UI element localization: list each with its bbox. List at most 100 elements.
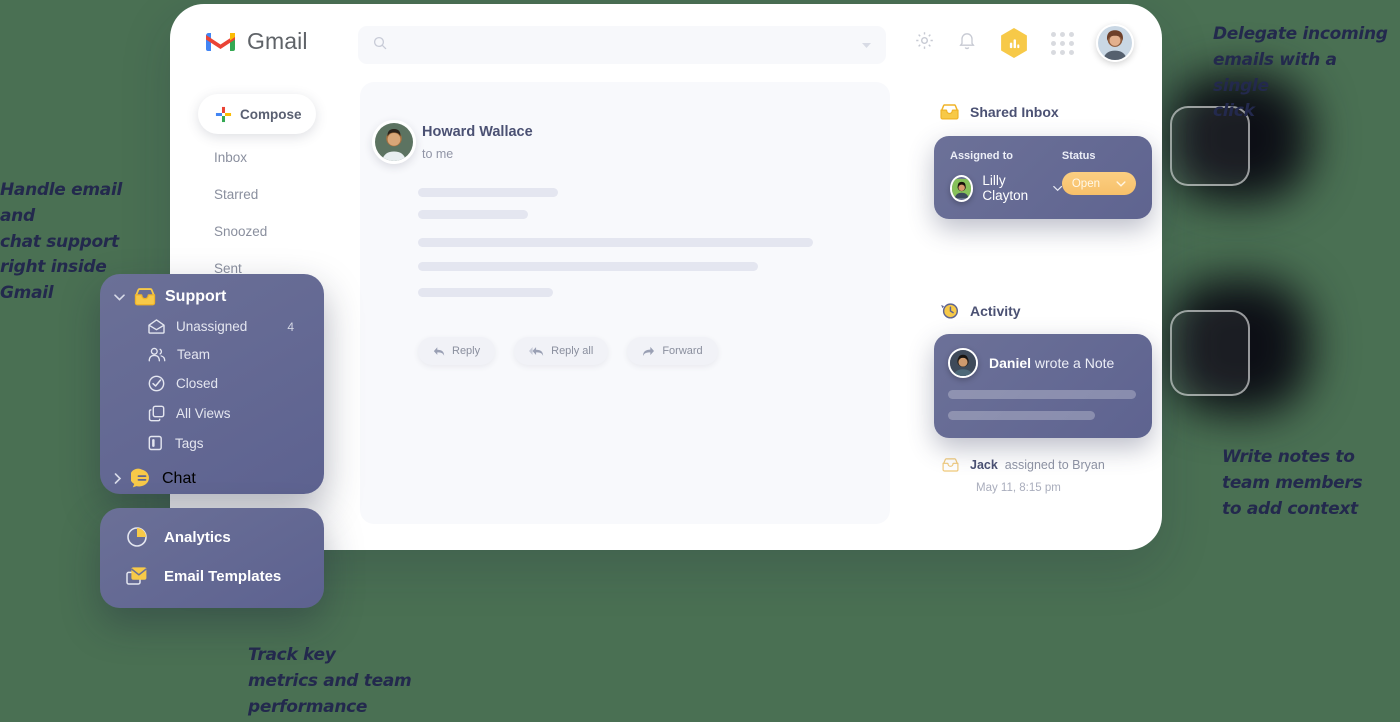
- gmail-logo[interactable]: Gmail: [206, 28, 308, 55]
- assignee-selector[interactable]: Lilly Clayton: [950, 173, 1062, 203]
- envelope-icon: [126, 567, 147, 585]
- assignee-avatar: [950, 174, 974, 202]
- shared-inbox-title: Shared Inbox: [970, 104, 1059, 120]
- note-text: Daniel wrote a Note: [989, 355, 1114, 371]
- activity-actor: Jack: [970, 458, 998, 472]
- chevron-right-icon[interactable]: [114, 473, 122, 484]
- assignment-row: Assigned to Lilly Clayton Status Open: [950, 150, 1136, 203]
- page-root: Gmail Compose Inbox Starred Snoozed Sent…: [0, 0, 1400, 722]
- support-item-tags[interactable]: Tags: [100, 422, 324, 451]
- reply-button[interactable]: Reply: [418, 337, 496, 365]
- nav-item-snoozed[interactable]: Snoozed: [214, 224, 267, 239]
- body-skeleton-line: [418, 288, 553, 297]
- check-circle-icon: [148, 375, 165, 392]
- activity-clock-icon: [941, 303, 959, 319]
- support-item-label: Closed: [176, 376, 219, 391]
- activity-date: May 11, 8:15 pm: [976, 482, 1061, 494]
- compose-button[interactable]: Compose: [198, 94, 316, 134]
- nav-item-inbox[interactable]: Inbox: [214, 150, 267, 165]
- tag-panel-icon: [148, 435, 162, 451]
- sender-recipient: to me: [422, 147, 454, 161]
- top-bar: Gmail: [170, 4, 1162, 82]
- forward-icon: [643, 346, 655, 356]
- assigned-to-label: Assigned to: [950, 150, 1013, 162]
- forward-button[interactable]: Forward: [627, 337, 718, 365]
- reply-all-label: Reply all: [551, 345, 594, 357]
- sender-avatar: [372, 120, 416, 164]
- gmail-wordmark: Gmail: [247, 28, 308, 54]
- annotation-top-right: Delegate incoming emails with a single c…: [1213, 24, 1388, 122]
- gmail-logo-icon: [206, 32, 235, 51]
- unassigned-count: 4: [287, 319, 294, 334]
- activity-panel: Activity Daniel wrote a Note Jack assign…: [920, 279, 1162, 494]
- support-item-team[interactable]: Team: [100, 334, 324, 362]
- body-skeleton-line: [418, 188, 558, 197]
- shared-inbox-header: Shared Inbox: [920, 82, 1162, 120]
- email-templates-label: Email Templates: [164, 568, 282, 585]
- support-item-label: All Views: [176, 406, 231, 421]
- status-column: Status Open: [1061, 150, 1136, 203]
- nav-item-starred[interactable]: Starred: [214, 187, 267, 202]
- assignment-card: Assigned to Lilly Clayton Status Open: [934, 136, 1152, 219]
- annotation-left: Handle email and chat support right insi…: [0, 180, 123, 304]
- note-author: Daniel: [989, 355, 1032, 371]
- chat-menu-item[interactable]: Chat: [100, 451, 324, 489]
- email-templates-menu-item[interactable]: Email Templates: [100, 548, 324, 587]
- open-envelope-icon: [148, 319, 165, 334]
- plus-icon: [215, 106, 232, 122]
- support-item-label: Team: [177, 347, 211, 362]
- activity-entry-text: Jack assigned to Bryan: [970, 458, 1105, 472]
- note-skeleton-line: [948, 390, 1136, 399]
- right-panels: Shared Inbox Assigned to Lilly Clayton S…: [920, 82, 1162, 494]
- inbox-tray-icon: [942, 458, 959, 472]
- chat-label: Chat: [162, 469, 196, 487]
- analytics-hexagon-badge-icon[interactable]: [1001, 28, 1027, 58]
- forward-label: Forward: [662, 345, 703, 357]
- chevron-down-icon[interactable]: [861, 36, 872, 54]
- shared-inbox-panel: Shared Inbox Assigned to Lilly Clayton S…: [920, 82, 1162, 219]
- activity-note-card[interactable]: Daniel wrote a Note: [934, 334, 1152, 438]
- chat-bubble-icon: [131, 468, 149, 488]
- note-author-row: Daniel wrote a Note: [948, 348, 1136, 378]
- daniel-avatar: [948, 348, 978, 378]
- assigned-to-column: Assigned to Lilly Clayton: [950, 150, 1062, 203]
- reply-all-icon: [529, 346, 544, 356]
- apps-grid-icon[interactable]: [1051, 31, 1074, 55]
- bell-icon[interactable]: [957, 30, 977, 56]
- search-icon: [373, 36, 387, 55]
- sender-name: Howard Wallace: [422, 124, 533, 140]
- support-item-unassigned[interactable]: Unassigned 4: [100, 306, 324, 334]
- activity-title: Activity: [970, 302, 1021, 319]
- compose-label: Compose: [240, 106, 302, 122]
- note-skeleton-line: [948, 411, 1095, 420]
- reply-all-button[interactable]: Reply all: [514, 337, 609, 365]
- email-reading-pane: Howard Wallace to me Reply Reply all For…: [360, 82, 890, 524]
- chevron-down-icon: [1116, 180, 1126, 187]
- people-icon: [148, 347, 166, 362]
- status-badge[interactable]: Open: [1061, 172, 1136, 195]
- analytics-menu: Analytics Email Templates: [100, 508, 324, 608]
- support-item-label: Tags: [175, 435, 204, 451]
- status-value: Open: [1071, 177, 1100, 190]
- email-action-buttons: Reply Reply all Forward: [418, 337, 718, 365]
- avatar[interactable]: [1096, 24, 1134, 62]
- support-item-all-views[interactable]: All Views: [100, 392, 324, 422]
- analytics-menu-item[interactable]: Analytics: [100, 508, 324, 548]
- body-skeleton-line: [418, 210, 528, 219]
- sender-info: Howard Wallace to me: [422, 124, 533, 161]
- search-input[interactable]: [397, 37, 861, 53]
- copy-icon: [148, 405, 165, 422]
- activity-entry[interactable]: Jack assigned to Bryan: [920, 438, 1162, 472]
- gear-icon[interactable]: [914, 30, 935, 56]
- top-bar-icons: [914, 24, 1134, 62]
- annotation-bottom: Track key metrics and team performance: [248, 645, 412, 717]
- annotation-bottom-right: Write notes to team members to add conte…: [1222, 447, 1363, 519]
- decorative-ghost-card: [1170, 310, 1250, 396]
- note-action: wrote a Note: [1031, 355, 1115, 371]
- support-item-closed[interactable]: Closed: [100, 362, 324, 392]
- support-menu-label: Support: [165, 288, 227, 305]
- support-item-label: Unassigned: [176, 319, 248, 334]
- activity-header: Activity: [920, 279, 1162, 320]
- reply-icon: [433, 346, 445, 356]
- search-bar[interactable]: [358, 26, 886, 64]
